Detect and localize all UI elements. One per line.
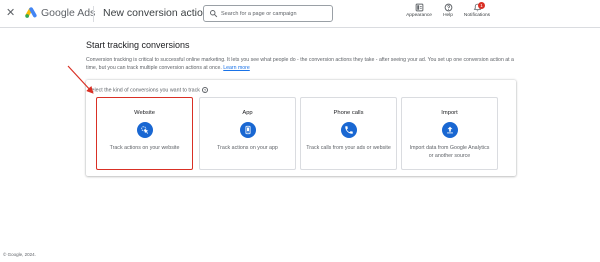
annotation-arrow — [67, 65, 94, 94]
copyright-text: © Google, 2024. — [3, 252, 36, 257]
